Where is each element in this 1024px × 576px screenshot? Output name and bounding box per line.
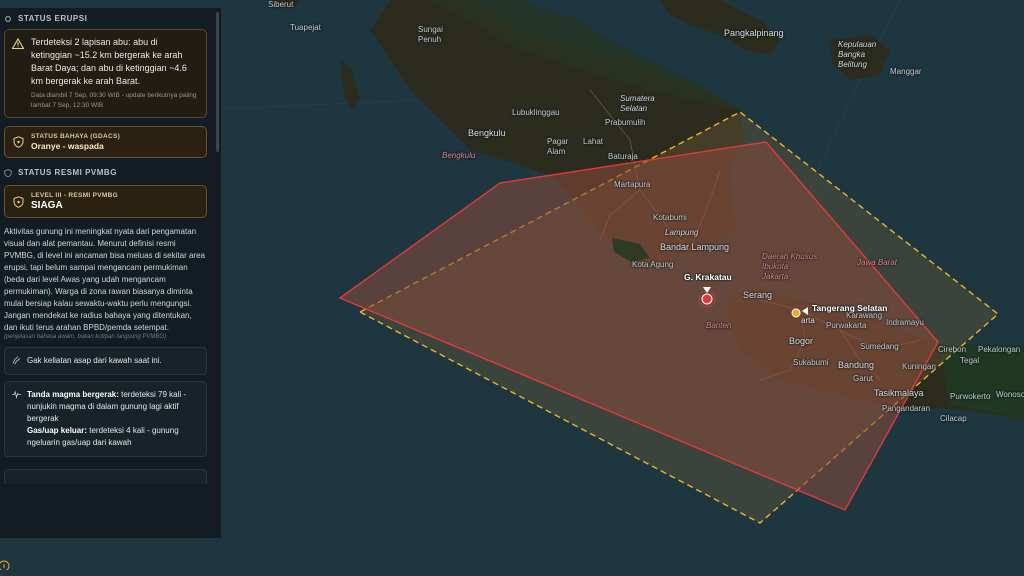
label-bengkulu-province: Bengkulu: [442, 151, 476, 160]
label-wonoso: Wonoso: [996, 390, 1024, 399]
label-g-krakatau: G. Krakatau: [684, 272, 732, 282]
gdacs-status-card: STATUS BAHAYA (GDACS) Oranye - waspada: [4, 126, 207, 158]
status-panel[interactable]: STATUS ERUPSI Terdeteksi 2 lapisan abu: …: [0, 8, 222, 538]
label-serang: Serang: [743, 290, 773, 300]
section-header-pvmbg: STATUS RESMI PVMBG: [4, 168, 213, 177]
label-kota-agung: Kota Agung: [632, 260, 674, 269]
shield-icon: [13, 136, 24, 148]
label-garut: Garut: [853, 374, 874, 383]
magma-info: Tanda magma bergerak: terdeteksi 79 kali…: [27, 389, 198, 425]
erupsi-card: Terdeteksi 2 lapisan abu: abu di ketingg…: [4, 29, 207, 118]
pvmbg-level-card: LEVEL III - RESMI PVMBG SIAGA: [4, 185, 207, 218]
label-sumedang: Sumedang: [860, 342, 899, 351]
gear-icon: [5, 15, 11, 22]
shield-icon: [13, 195, 24, 208]
label-pangkalpinang: Pangkalpinang: [724, 28, 784, 38]
label-purwakarta: Purwakarta: [826, 321, 867, 330]
erupsi-timestamp: Data diambil 7 Sep, 09:30 WIB - update b…: [31, 92, 197, 109]
gas-info: Gas/uap keluar: terdeteksi 4 kali - gunu…: [27, 425, 198, 449]
label-pagar-alam: Pagar Alam: [547, 137, 569, 156]
pvmbg-level-description: Aktivitas gunung ini meningkat nyata dar…: [4, 227, 205, 332]
aoi-marker: [791, 308, 801, 318]
gdacs-status-caption: STATUS BAHAYA (GDACS): [31, 133, 121, 140]
label-cirebon: Cirebon: [938, 345, 967, 354]
label-karawang: Karawang: [846, 311, 883, 320]
label-purwokerto: Purwokerto: [950, 392, 991, 401]
magma-label: Tanda magma bergerak:: [27, 390, 119, 399]
pvmbg-level-value: SIAGA: [31, 200, 63, 211]
label-jakarta: arta: [801, 316, 815, 325]
seismic-info-card: Tanda magma bergerak: terdeteksi 79 kali…: [4, 381, 207, 457]
label-jawa-barat: Jawa Barat: [857, 258, 898, 267]
label-tuapejat: Tuapejat: [290, 23, 321, 32]
label-kepulauan-bangka-belitung: Kepulauan Bangka Belitung: [838, 40, 877, 69]
label-sungai-penuh: Sungai Penuh: [418, 25, 443, 44]
label-dki-jakarta: Daerah Khusus Ibukota Jakarta: [762, 252, 818, 281]
label-siberut: Siberut: [268, 0, 294, 9]
label-martapura: Martapura: [614, 180, 651, 189]
krakatau-marker: [701, 293, 713, 305]
erupsi-description: Terdeteksi 2 lapisan abu: abu di ketingg…: [31, 37, 187, 86]
label-tegal: Tegal: [960, 356, 980, 365]
gdacs-status-value: Oranye - waspada: [31, 141, 104, 151]
smoke-icon: [12, 356, 21, 365]
pulse-icon: [12, 390, 21, 399]
label-baturaja: Baturaja: [608, 152, 638, 161]
label-sukabumi: Sukabumi: [793, 358, 829, 367]
label-bengkulu-city: Bengkulu: [468, 128, 506, 138]
label-sumatera-selatan: Sumatera Selatan: [620, 94, 655, 113]
label-indramayu: Indramayu: [886, 318, 924, 327]
section-header-erupsi: STATUS ERUPSI: [4, 14, 213, 23]
label-manggar: Manggar: [890, 67, 922, 76]
label-lampung: Lampung: [665, 228, 699, 237]
label-lahat: Lahat: [583, 137, 604, 146]
label-bogor: Bogor: [789, 336, 814, 346]
label-prabumulih: Prabumulih: [605, 118, 646, 127]
label-pangandaran: Pangandaran: [882, 404, 931, 413]
gas-label: Gas/uap keluar:: [27, 426, 88, 435]
pvmbg-level-caption: LEVEL III - RESMI PVMBG: [31, 192, 118, 199]
label-lubuklinggau: Lubuklinggau: [512, 108, 560, 117]
section-title-erupsi: STATUS ERUPSI: [18, 14, 88, 23]
label-bandar-lampung: Bandar Lampung: [660, 242, 730, 252]
label-pekalongan: Pekalongan: [978, 345, 1021, 354]
panel-scrollbar[interactable]: [216, 12, 219, 152]
shield-outline-icon: [4, 168, 12, 177]
label-cilacap: Cilacap: [940, 414, 967, 423]
smoke-info-text: Gak keliatan asap dari kawah saat ini.: [27, 356, 162, 365]
section-title-pvmbg: STATUS RESMI PVMBG: [18, 168, 117, 177]
smoke-info-card: Gak keliatan asap dari kawah saat ini.: [4, 347, 207, 375]
label-banten: Banten: [706, 321, 732, 330]
info-icon[interactable]: [0, 556, 14, 570]
warning-icon: [12, 38, 24, 49]
pvmbg-disclaimer-note: (penjelasan bahasa awam, bukan kutipan l…: [4, 334, 167, 340]
next-info-card: [4, 469, 207, 484]
label-bandung: Bandung: [838, 360, 875, 370]
label-tasikmalaya: Tasikmalaya: [874, 388, 924, 398]
label-kuningan: Kuningan: [902, 362, 936, 371]
label-kotabumi: Kotabumi: [653, 213, 687, 222]
